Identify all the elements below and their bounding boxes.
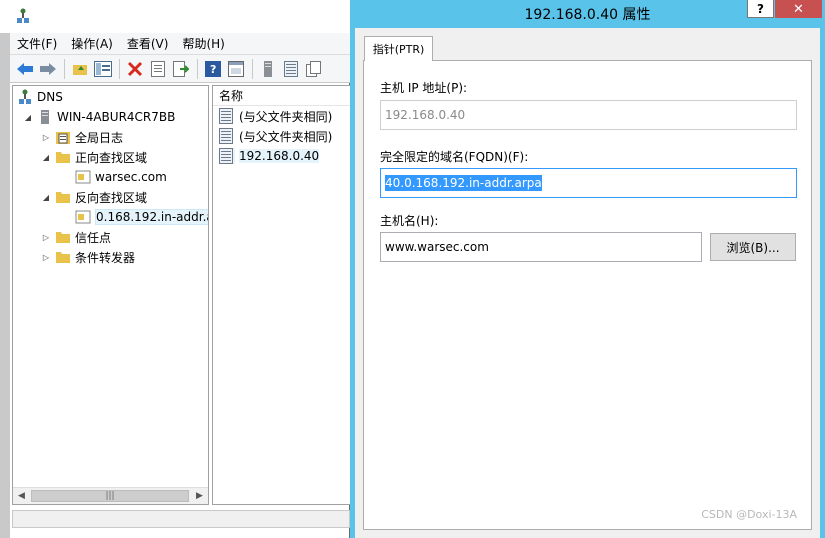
help-icon[interactable]: ? (202, 58, 224, 80)
server-icon[interactable] (257, 58, 279, 80)
tree-item-trust-points[interactable]: ▷ 信任点 (41, 227, 111, 247)
expanded-icon[interactable]: ◢ (23, 112, 33, 122)
tab-panel: 主机 IP 地址(P): 192.168.0.40 完全限定的域名(FQDN)(… (363, 60, 812, 530)
properties-dialog: 192.168.0.40 属性 ? ✕ 指针(PTR) 主机 IP 地址(P):… (350, 0, 825, 538)
dialog-body: 指针(PTR) 主机 IP 地址(P): 192.168.0.40 完全限定的域… (355, 28, 820, 538)
record-icon (219, 108, 235, 124)
record-icon (219, 128, 235, 144)
console-icon[interactable] (225, 58, 247, 80)
list-item[interactable]: (与父文件夹相同) (213, 106, 350, 126)
up-folder-icon[interactable] (69, 58, 91, 80)
tree-item-reverse-zone[interactable]: 0.168.192.in-addr.a (75, 207, 208, 227)
collapsed-icon[interactable]: ▷ (41, 132, 51, 142)
menu-bar: 文件(F) 操作(A) 查看(V) 帮助(H) (10, 33, 350, 55)
menu-view[interactable]: 查看(V) (120, 35, 176, 52)
properties-icon[interactable] (147, 58, 169, 80)
toolbar: ? (10, 55, 350, 83)
forward-arrow-icon[interactable] (37, 58, 59, 80)
dns-manager-titlebar[interactable] (0, 0, 350, 33)
background-window-edge (0, 0, 10, 538)
scroll-left-icon[interactable]: ◀ (13, 488, 30, 504)
toolbar-separator (252, 58, 253, 79)
delete-icon[interactable] (124, 58, 146, 80)
menu-action[interactable]: 操作(A) (64, 35, 120, 52)
watermark: CSDN @Doxi-13A (701, 508, 797, 521)
hostname-field[interactable]: www.warsec.com (380, 232, 702, 262)
toolbar-separator (197, 58, 198, 79)
list-item-label: (与父文件夹相同) (239, 129, 333, 144)
tree-item-reverse-zones[interactable]: ◢ 反向查找区域 (41, 187, 147, 207)
folder-icon (55, 229, 71, 245)
svg-text:?: ? (210, 63, 216, 76)
hostname-value: www.warsec.com (385, 240, 489, 254)
folder-icon (55, 249, 71, 265)
host-ip-field[interactable]: 192.168.0.40 (380, 100, 797, 130)
fqdn-label: 完全限定的域名(FQDN)(F): (380, 150, 529, 164)
desktop: 文件(F) 操作(A) 查看(V) 帮助(H) ? DNS ◢ WIN-4ABU… (0, 0, 825, 538)
list-item[interactable]: (与父文件夹相同) (213, 126, 350, 146)
tree-item-server[interactable]: ◢ WIN-4ABUR4CR7BB (23, 107, 175, 127)
export-icon[interactable] (170, 58, 192, 80)
column-header-name[interactable]: 名称 (213, 86, 350, 106)
tree-item-forward-zones[interactable]: ◢ 正向查找区域 (41, 147, 147, 167)
browse-button[interactable]: 浏览(B)... (710, 233, 796, 261)
tree-item-label: 0.168.192.in-addr.a (95, 209, 208, 225)
scroll-thumb[interactable]: ||| (31, 490, 189, 502)
tree-item-label: warsec.com (95, 170, 167, 184)
dns-manager-window: 文件(F) 操作(A) 查看(V) 帮助(H) ? DNS ◢ WIN-4ABU… (0, 0, 350, 538)
tree-horizontal-scrollbar[interactable]: ◀ ||| ▶ (13, 487, 208, 504)
toolbar-separator (64, 58, 65, 79)
back-arrow-icon[interactable] (14, 58, 36, 80)
tree-item-label: 条件转发器 (75, 250, 136, 265)
hostname-label: 主机名(H): (380, 214, 439, 228)
tree-item-label: 正向查找区域 (75, 150, 148, 165)
help-button[interactable]: ? (747, 0, 774, 18)
tree-item-conditional-forwarders[interactable]: ▷ 条件转发器 (41, 247, 135, 267)
tree-item-global-log[interactable]: ▷ 全局日志 (41, 127, 123, 147)
folder-icon (55, 189, 71, 205)
tree-item-label: WIN-4ABUR4CR7BB (57, 110, 176, 124)
expanded-icon[interactable]: ◢ (41, 152, 51, 162)
record-list-pane[interactable]: 名称 (与父文件夹相同) (与父文件夹相同) 192.168.0.40 (212, 85, 350, 505)
expanded-icon[interactable]: ◢ (41, 192, 51, 202)
fqdn-value: 40.0.168.192.in-addr.arpa (385, 175, 542, 191)
list-item-label: 192.168.0.40 (239, 149, 320, 163)
menu-file[interactable]: 文件(F) (10, 35, 64, 52)
fqdn-field[interactable]: 40.0.168.192.in-addr.arpa (380, 168, 797, 198)
log-folder-icon (55, 129, 71, 145)
list-icon[interactable] (280, 58, 302, 80)
host-ip-value: 192.168.0.40 (385, 108, 466, 122)
server-icon (37, 109, 53, 125)
tree-pane[interactable]: DNS ◢ WIN-4ABUR4CR7BB ▷ 全局日志 ◢ 正向查找区域 wa… (12, 85, 209, 505)
dns-app-icon (16, 8, 30, 24)
tree-item-label: 信任点 (75, 230, 112, 245)
zone-icon (75, 169, 91, 185)
tree-item-label: 反向查找区域 (75, 190, 148, 205)
dns-icon (17, 89, 33, 105)
folder-icon (55, 149, 71, 165)
tab-ptr[interactable]: 指针(PTR) (364, 36, 433, 61)
tree-item-dns[interactable]: DNS (17, 87, 63, 107)
host-ip-label: 主机 IP 地址(P): (380, 81, 468, 95)
tree-item-label: 全局日志 (75, 130, 124, 145)
tree-item-forward-zone-warsec[interactable]: warsec.com (75, 167, 167, 187)
show-hide-tree-icon[interactable] (92, 58, 114, 80)
list-item-selected[interactable]: 192.168.0.40 (213, 146, 350, 166)
toolbar-separator (119, 58, 120, 79)
record-icon (219, 148, 235, 164)
menu-help[interactable]: 帮助(H) (175, 35, 231, 52)
collapsed-icon[interactable]: ▷ (41, 232, 51, 242)
list-item-label: (与父文件夹相同) (239, 109, 333, 124)
zone-icon (75, 209, 91, 225)
copy-icon[interactable] (303, 58, 325, 80)
scroll-right-icon[interactable]: ▶ (191, 488, 208, 504)
collapsed-icon[interactable]: ▷ (41, 252, 51, 262)
close-button[interactable]: ✕ (775, 0, 822, 18)
status-bar (12, 510, 350, 528)
tree-item-label: DNS (37, 90, 63, 104)
